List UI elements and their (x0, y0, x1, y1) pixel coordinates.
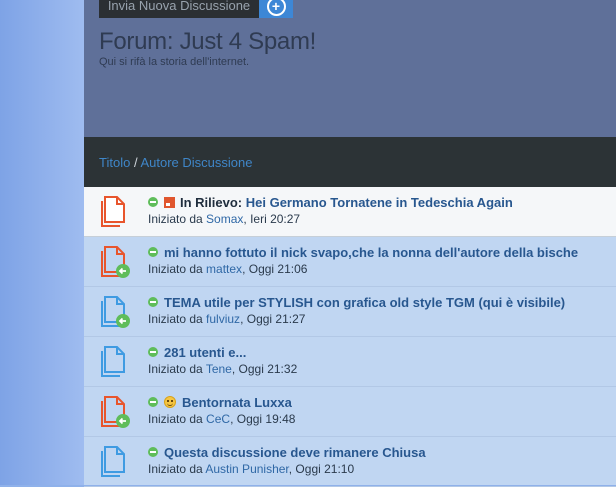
thread-title-link[interactable]: 281 utenti e... (164, 345, 246, 360)
status-dot-icon (148, 447, 158, 457)
author-link[interactable]: Austin Punisher (205, 462, 288, 476)
started-by-label: Iniziato da (148, 212, 203, 226)
started-by-label: Iniziato da (148, 462, 203, 476)
author-link[interactable]: CeC (206, 412, 230, 426)
thread-row[interactable]: In Rilievo: Hei Germano Tornatene in Ted… (84, 187, 616, 237)
forum-title: Forum: Just 4 Spam! (99, 28, 317, 55)
thread-row[interactable]: Questa discussione deve rimanere Chiusa … (84, 437, 616, 487)
sort-by-author-link[interactable]: Autore Discussione (140, 155, 252, 170)
thread-time: , Oggi 19:48 (230, 412, 296, 426)
sticky-icon (164, 197, 175, 208)
plus-icon: + (266, 0, 286, 16)
thread-list: In Rilievo: Hei Germano Tornatene in Ted… (84, 187, 616, 487)
document-icon (101, 196, 125, 227)
thread-time: , Oggi 21:06 (242, 262, 308, 276)
status-dot-icon (148, 247, 158, 257)
thread-title-link[interactable]: mi hanno fottuto il nick svapo,che la no… (164, 245, 578, 260)
thread-time: , Ieri 20:27 (243, 212, 301, 226)
author-link[interactable]: fulviuz (206, 312, 240, 326)
new-thread-plus-button[interactable]: + (259, 0, 293, 18)
document-moved-icon (101, 396, 130, 428)
forum-subtitle: Qui si rifà la storia dell'internet. (99, 56, 250, 68)
status-dot-icon (148, 397, 158, 407)
left-background (0, 0, 84, 485)
author-link[interactable]: mattex (206, 262, 242, 276)
document-icon (101, 346, 125, 377)
thread-title-link[interactable]: Questa discussione deve rimanere Chiusa (164, 445, 426, 460)
author-link[interactable]: Somax (206, 212, 243, 226)
thread-row[interactable]: 281 utenti e... Iniziato da Tene, Oggi 2… (84, 337, 616, 387)
document-moved-icon (101, 246, 130, 278)
thread-time: , Oggi 21:10 (288, 462, 355, 476)
thread-row[interactable]: Bentornata Luxxa Iniziato da CeC, Oggi 1… (84, 387, 616, 437)
new-thread-button[interactable]: Invia Nuova Discussione (99, 0, 259, 18)
status-dot-icon (148, 347, 158, 357)
thread-title-link[interactable]: TEMA utile per STYLISH con grafica old s… (164, 295, 565, 310)
sticky-prefix: In Rilievo: (180, 195, 243, 210)
thread-row[interactable]: mi hanno fottuto il nick svapo,che la no… (84, 237, 616, 287)
document-moved-icon (101, 296, 130, 328)
thread-time: , Oggi 21:27 (240, 312, 306, 326)
started-by-label: Iniziato da (148, 312, 203, 326)
thread-title-link[interactable]: Hei Germano Tornatene in Tedeschia Again (246, 195, 513, 210)
thread-title-link[interactable]: Bentornata Luxxa (182, 395, 292, 410)
thread-row[interactable]: TEMA utile per STYLISH con grafica old s… (84, 287, 616, 337)
document-icon (101, 446, 125, 477)
column-separator: / (133, 155, 138, 170)
sort-by-title-link[interactable]: Titolo (99, 155, 130, 170)
status-dot-icon (148, 197, 158, 207)
status-dot-icon (148, 297, 158, 307)
column-header-bar: Titolo / Autore Discussione (84, 137, 616, 187)
thread-time: , Oggi 21:32 (231, 362, 298, 376)
started-by-label: Iniziato da (148, 412, 203, 426)
author-link[interactable]: Tene (206, 362, 232, 376)
started-by-label: Iniziato da (148, 362, 203, 376)
forum-header: Invia Nuova Discussione + Forum: Just 4 … (84, 0, 616, 137)
started-by-label: Iniziato da (148, 262, 203, 276)
smiley-icon (164, 396, 176, 408)
